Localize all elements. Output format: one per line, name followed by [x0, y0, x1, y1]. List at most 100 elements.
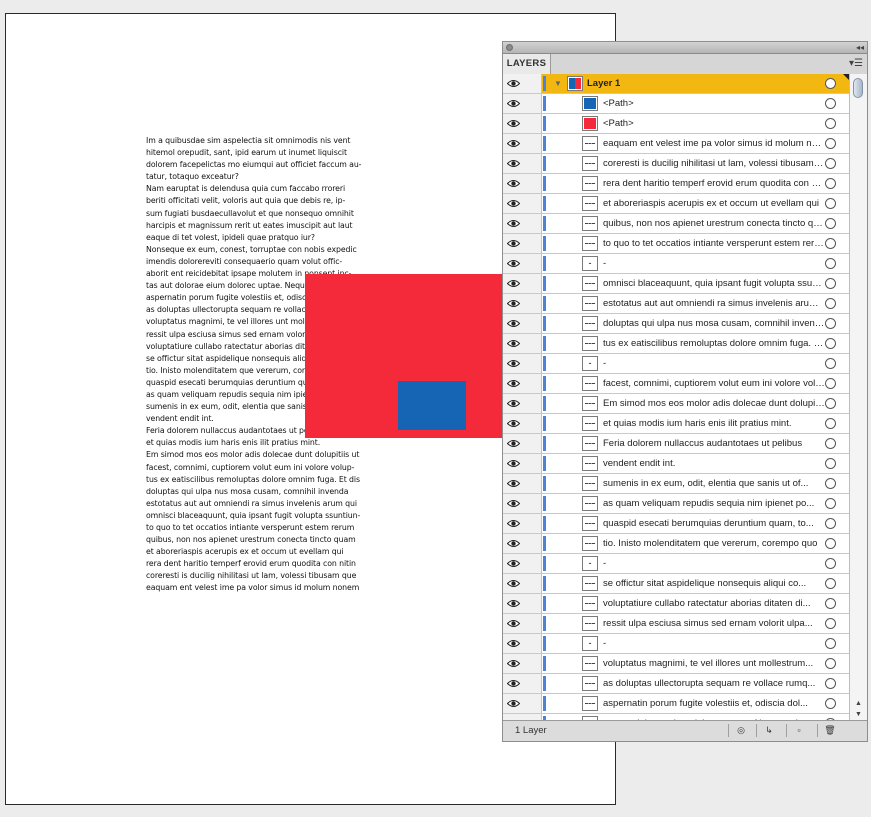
sublayer-row[interactable]: facest, comnimi, cuptiorem volut eum ini… — [503, 374, 849, 394]
visibility-toggle[interactable] — [503, 494, 525, 513]
target-circle-icon[interactable] — [825, 618, 836, 629]
create-sublayer-button[interactable]: ↳ — [756, 724, 781, 737]
visibility-toggle[interactable] — [503, 154, 525, 173]
lock-toggle[interactable] — [524, 434, 542, 453]
target-circle-icon[interactable] — [825, 658, 836, 669]
visibility-toggle[interactable] — [503, 74, 525, 93]
target-circle-icon[interactable] — [825, 318, 836, 329]
sublayer-name[interactable]: - — [603, 254, 825, 273]
sublayer-row[interactable]: as doluptas ullectorupta sequam re volla… — [503, 674, 849, 694]
target-circle-icon[interactable] — [825, 158, 836, 169]
panel-titlebar[interactable]: ◂◂ — [503, 42, 867, 54]
sublayer-name[interactable]: - — [603, 354, 825, 373]
visibility-toggle[interactable] — [503, 594, 525, 613]
scroll-thumb[interactable] — [853, 78, 863, 98]
sublayer-row[interactable]: ressit ulpa esciusa simus sed ernam volo… — [503, 614, 849, 634]
target-circle-icon[interactable] — [825, 78, 836, 89]
visibility-toggle[interactable] — [503, 174, 525, 193]
panel-menu-icon[interactable]: ▾☰ — [849, 58, 863, 70]
visibility-toggle[interactable] — [503, 614, 525, 633]
target-circle-icon[interactable] — [825, 218, 836, 229]
scroll-down-arrow-icon[interactable]: ▼ — [855, 711, 862, 719]
sublayer-row[interactable]: <Path> — [503, 114, 849, 134]
visibility-toggle[interactable] — [503, 374, 525, 393]
sublayer-name[interactable]: eaquam ent velest ime pa volor simus id … — [603, 134, 825, 153]
target-circle-icon[interactable] — [825, 118, 836, 129]
lock-toggle[interactable] — [524, 414, 542, 433]
target-circle-icon[interactable] — [825, 398, 836, 409]
lock-toggle[interactable] — [524, 114, 542, 133]
sublayer-name[interactable]: Em simod mos eos molor adis dolecae dunt… — [603, 394, 825, 413]
sublayer-name[interactable]: ressit ulpa esciusa simus sed ernam volo… — [603, 614, 825, 633]
lock-toggle[interactable] — [524, 174, 542, 193]
visibility-toggle[interactable] — [503, 574, 525, 593]
lock-toggle[interactable] — [524, 294, 542, 313]
target-circle-icon[interactable] — [825, 298, 836, 309]
lock-toggle[interactable] — [524, 74, 542, 93]
lock-toggle[interactable] — [524, 254, 542, 273]
visibility-toggle[interactable] — [503, 294, 525, 313]
target-circle-icon[interactable] — [825, 278, 836, 289]
lock-toggle[interactable] — [524, 374, 542, 393]
sublayer-name[interactable]: se offictur sitat aspidelique nonsequis … — [603, 574, 825, 593]
sublayer-name[interactable]: to quo to tet occatios intiante versperu… — [603, 234, 825, 253]
visibility-toggle[interactable] — [503, 354, 525, 373]
sublayer-row[interactable]: doluptas qui ulpa nus mosa cusam, comnih… — [503, 314, 849, 334]
visibility-toggle[interactable] — [503, 674, 525, 693]
visibility-toggle[interactable] — [503, 514, 525, 533]
visibility-toggle[interactable] — [503, 474, 525, 493]
sublayer-row[interactable]: et quias modis ium haris enis ilit prati… — [503, 414, 849, 434]
lock-toggle[interactable] — [524, 574, 542, 593]
scroll-up-arrow-icon[interactable]: ▲ — [855, 700, 862, 708]
target-circle-icon[interactable] — [825, 518, 836, 529]
lock-toggle[interactable] — [524, 594, 542, 613]
lock-toggle[interactable] — [524, 214, 542, 233]
lock-toggle[interactable] — [524, 274, 542, 293]
blue-rectangle[interactable] — [398, 381, 466, 430]
lock-toggle[interactable] — [524, 514, 542, 533]
sublayer-row[interactable]: quaspid esecati berumquias deruntium qua… — [503, 514, 849, 534]
sublayer-name[interactable]: - — [603, 554, 825, 573]
target-circle-icon[interactable] — [825, 478, 836, 489]
sublayer-name[interactable]: tus ex eatiscilibus remoluptas dolore om… — [603, 334, 825, 353]
lock-toggle[interactable] — [524, 94, 542, 113]
visibility-toggle[interactable] — [503, 334, 525, 353]
sublayer-name[interactable]: rera dent haritio temperf erovid erum qu… — [603, 174, 825, 193]
target-circle-icon[interactable] — [825, 178, 836, 189]
target-circle-icon[interactable] — [825, 378, 836, 389]
target-circle-icon[interactable] — [825, 438, 836, 449]
visibility-toggle[interactable] — [503, 94, 525, 113]
sublayer-row[interactable]: Em simod mos eos molor adis dolecae dunt… — [503, 394, 849, 414]
target-circle-icon[interactable] — [825, 578, 836, 589]
sublayer-name[interactable]: quaspid esecati berumquias deruntium qua… — [603, 514, 825, 533]
sublayer-name[interactable]: aspernatin porum fugite volestiis et, od… — [603, 694, 825, 713]
lock-toggle[interactable] — [524, 614, 542, 633]
layer-row[interactable]: ▼ Layer 1 — [503, 74, 849, 94]
lock-toggle[interactable] — [524, 354, 542, 373]
visibility-toggle[interactable] — [503, 394, 525, 413]
sublayer-row[interactable]: tio. Inisto molenditatem que vererum, co… — [503, 534, 849, 554]
visibility-toggle[interactable] — [503, 554, 525, 573]
target-circle-icon[interactable] — [825, 678, 836, 689]
sublayer-name[interactable]: - — [603, 634, 825, 653]
visibility-toggle[interactable] — [503, 214, 525, 233]
tab-layers[interactable]: LAYERS — [503, 54, 551, 74]
target-circle-icon[interactable] — [825, 598, 836, 609]
visibility-toggle[interactable] — [503, 134, 525, 153]
sublayer-row[interactable]: to quo to tet occatios intiante versperu… — [503, 234, 849, 254]
visibility-toggle[interactable] — [503, 194, 525, 213]
visibility-toggle[interactable] — [503, 694, 525, 713]
sublayer-name[interactable]: et quias modis ium haris enis ilit prati… — [603, 414, 825, 433]
visibility-toggle[interactable] — [503, 254, 525, 273]
sublayer-name[interactable]: voluptatiure cullabo ratectatur aborias … — [603, 594, 825, 613]
lock-toggle[interactable] — [524, 494, 542, 513]
close-icon[interactable] — [506, 44, 513, 51]
target-circle-icon[interactable] — [825, 698, 836, 709]
sublayer-row[interactable]: voluptatus magnimi, te vel illores unt m… — [503, 654, 849, 674]
target-circle-icon[interactable] — [825, 98, 836, 109]
lock-toggle[interactable] — [524, 534, 542, 553]
sublayer-row[interactable]: -- — [503, 634, 849, 654]
sublayer-name[interactable]: coreresti is ducilig nihilitasi ut lam, … — [603, 154, 825, 173]
sublayer-name[interactable]: <Path> — [603, 94, 825, 113]
clipping-mask-button[interactable]: ◎ — [728, 724, 753, 737]
